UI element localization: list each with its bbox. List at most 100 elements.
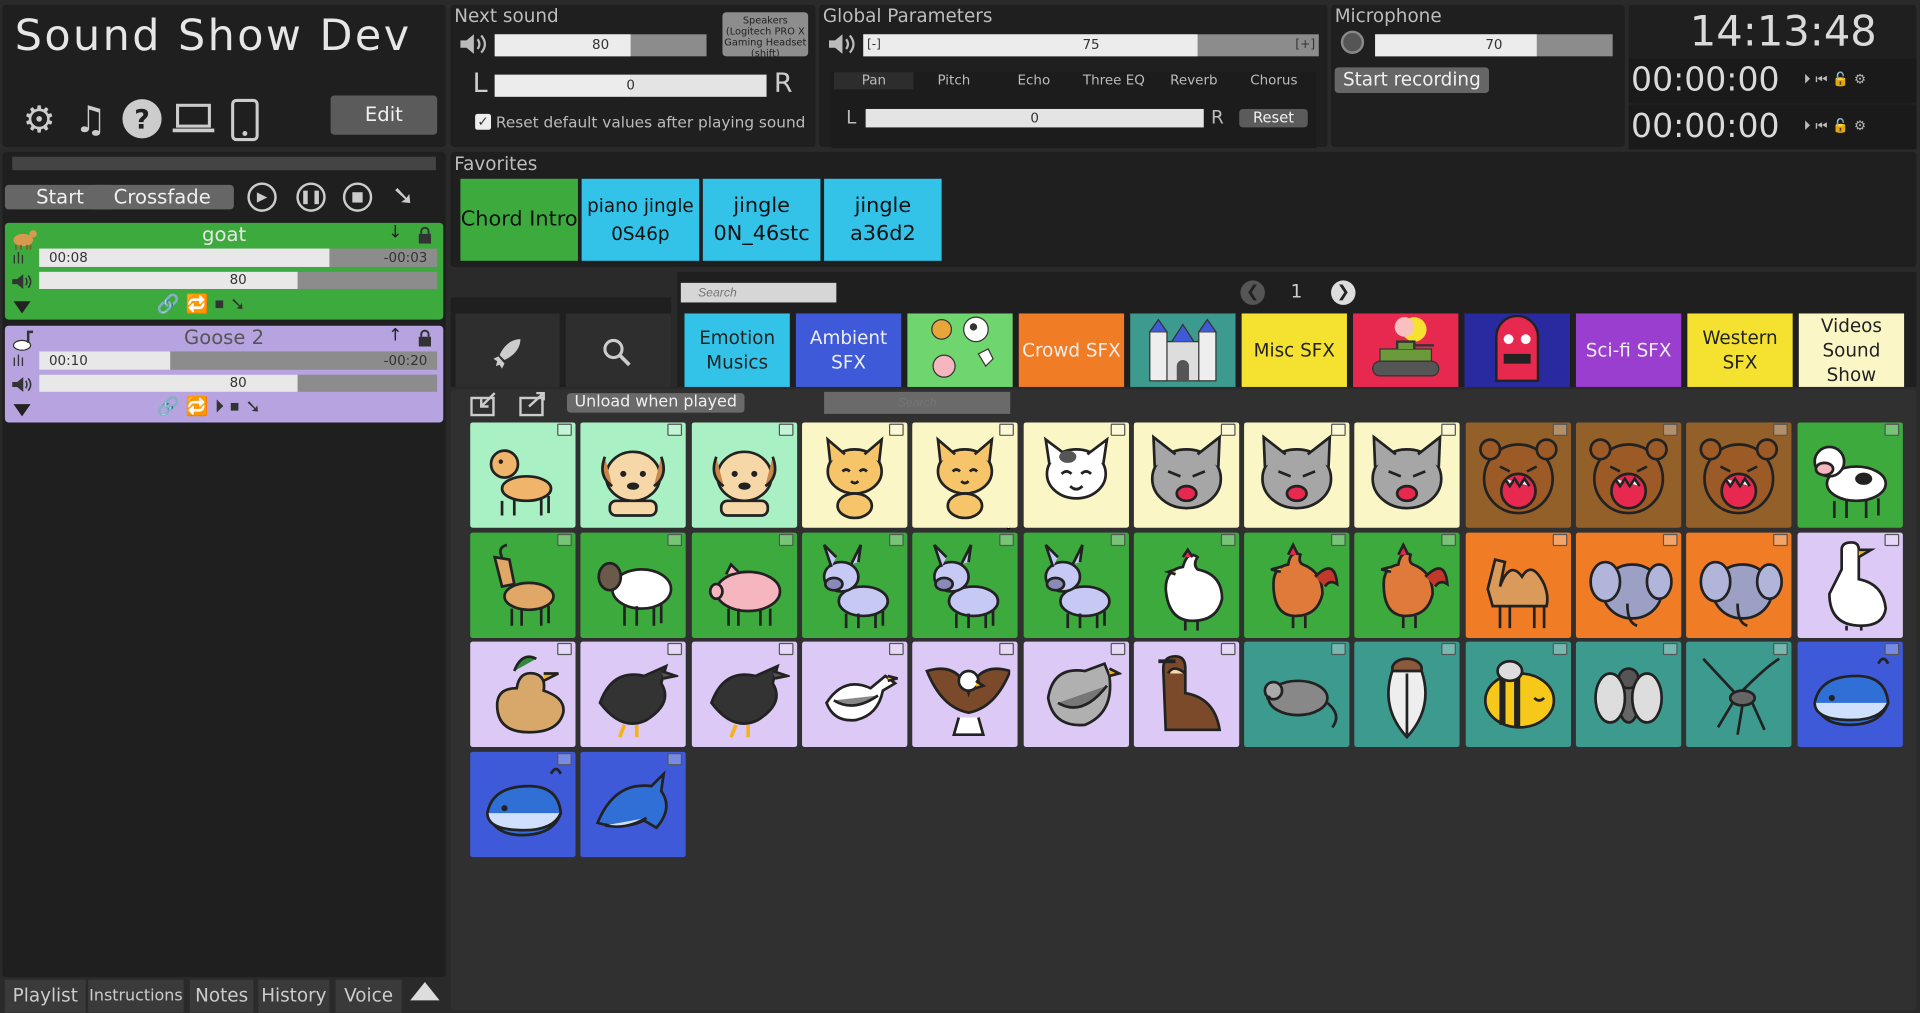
search-button[interactable] (565, 313, 672, 387)
playlist-track[interactable]: Goose 2 ↑ ılı 00:10 -00:20 80 🔗🔁⏵⏹➘ (4, 325, 444, 423)
track-volume-slider[interactable]: 80 (39, 374, 438, 392)
collapse-up-icon[interactable] (409, 980, 441, 1004)
category-farm-animals[interactable] (907, 313, 1013, 387)
sound-tile[interactable] (1023, 641, 1129, 747)
sound-tile[interactable] (580, 641, 687, 747)
sound-tile[interactable] (1244, 422, 1350, 528)
pause-icon[interactable]: ❚❚ (296, 182, 326, 212)
sound-tile[interactable] (1244, 641, 1350, 747)
share-icon[interactable] (1441, 423, 1457, 436)
share-icon[interactable] (1773, 533, 1789, 546)
sound-tile[interactable] (1575, 532, 1682, 638)
effect-tab-echo[interactable]: Echo (994, 72, 1074, 89)
share-icon[interactable] (778, 423, 793, 436)
sound-tile[interactable] (801, 532, 908, 638)
favorite-item[interactable]: Chord Intro (460, 178, 578, 261)
share-icon[interactable] (667, 533, 683, 546)
launch-button[interactable] (455, 313, 560, 387)
share-icon[interactable] (1884, 533, 1899, 546)
global-volume-slider[interactable]: 75 [-] [+] (863, 34, 1319, 57)
share-icon[interactable] (1441, 533, 1457, 546)
share-icon[interactable] (1110, 642, 1125, 656)
sound-tile[interactable] (1023, 422, 1129, 528)
speaker-icon[interactable] (458, 32, 487, 61)
sound-tile[interactable] (470, 641, 576, 747)
music-icon[interactable]: ♫ (66, 98, 115, 145)
sound-tile[interactable] (1465, 422, 1571, 528)
fade-out-icon[interactable]: ➘ (392, 181, 415, 212)
share-icon[interactable] (1773, 642, 1789, 656)
favorite-item[interactable]: piano jingle 0S46p (581, 178, 700, 261)
bottom-tab-voice[interactable]: Voice (335, 979, 402, 1013)
track-progress[interactable]: 00:08 -00:03 (39, 248, 438, 267)
sound-tile[interactable] (912, 532, 1018, 638)
volume-plus[interactable]: [+] (1295, 34, 1315, 56)
sound-tile[interactable] (1686, 422, 1792, 528)
sound-tile[interactable] (1133, 641, 1239, 747)
share-icon[interactable] (1552, 423, 1567, 436)
track-progress[interactable]: 00:10 -00:20 (39, 351, 438, 370)
favorite-item[interactable]: jingle 0N_46stc (702, 178, 821, 261)
unload-when-played-button[interactable]: Unload when played (566, 393, 745, 413)
bottom-tab-notes[interactable]: Notes (189, 979, 254, 1013)
sound-tile[interactable] (912, 641, 1018, 747)
sound-tile[interactable] (580, 422, 687, 528)
share-icon[interactable] (1220, 642, 1236, 656)
sound-tile[interactable] (1575, 641, 1682, 747)
category-ambient-sfx[interactable]: Ambient SFX (795, 313, 902, 387)
share-icon[interactable] (557, 423, 572, 436)
share-icon[interactable] (888, 533, 904, 546)
category-misc-sfx[interactable]: Misc SFX (1241, 313, 1347, 387)
sound-tile[interactable] (801, 422, 908, 528)
share-icon[interactable] (557, 752, 572, 765)
export-icon[interactable] (519, 391, 546, 417)
expand-icon[interactable] (12, 399, 32, 422)
output-device-select[interactable]: Speakers (Logitech PRO X Gaming Headset … (722, 12, 809, 57)
share-icon[interactable] (1110, 423, 1125, 436)
share-icon[interactable] (1110, 533, 1125, 546)
sound-tile[interactable] (1575, 422, 1682, 528)
sound-tile[interactable] (1244, 532, 1350, 638)
laptop-icon[interactable] (169, 100, 218, 149)
prev-page-icon[interactable]: ❮ (1240, 280, 1265, 305)
sound-tile[interactable] (912, 422, 1018, 528)
share-icon[interactable] (1220, 423, 1236, 436)
expand-icon[interactable] (12, 296, 32, 319)
share-icon[interactable] (1662, 533, 1678, 546)
category-emotion-musics[interactable]: Emotion Musics (684, 313, 790, 387)
sound-tile[interactable] (1354, 532, 1461, 638)
stop-icon[interactable]: ■ (342, 182, 373, 212)
effect-tab-three-eq[interactable]: Three EQ (1074, 72, 1154, 89)
effect-tab-pan[interactable]: Pan (833, 72, 914, 90)
sound-tile[interactable] (691, 422, 797, 528)
share-icon[interactable] (999, 533, 1015, 546)
next-pan-slider[interactable]: 0 (494, 74, 767, 97)
share-icon[interactable] (1331, 423, 1346, 436)
crossfade-button[interactable]: Crossfade (90, 184, 234, 210)
share-icon[interactable] (888, 642, 904, 656)
start-recording-button[interactable]: Start recording (1334, 67, 1489, 94)
sound-tile[interactable] (801, 641, 908, 747)
sound-tile[interactable] (1797, 532, 1903, 638)
share-icon[interactable] (1220, 533, 1236, 546)
share-icon[interactable] (778, 642, 793, 656)
sound-tile[interactable] (580, 532, 687, 638)
sound-tile[interactable] (1354, 422, 1461, 528)
effect-tab-chorus[interactable]: Chorus (1234, 72, 1314, 89)
category-monster[interactable] (1464, 313, 1570, 387)
settings-icon[interactable]: ⚙ (15, 98, 64, 145)
track-controls[interactable]: 🔗🔁⏵⏹➘ (157, 396, 267, 418)
sound-tile[interactable] (1023, 532, 1129, 638)
reset-button[interactable]: Reset (1239, 108, 1308, 128)
track-speaker-icon[interactable] (11, 272, 33, 295)
category-tank[interactable] (1353, 313, 1459, 387)
sound-tile[interactable] (1465, 532, 1571, 638)
share-icon[interactable] (778, 533, 793, 546)
sound-tile[interactable] (1133, 422, 1239, 528)
share-icon[interactable] (1884, 642, 1899, 656)
sound-tile[interactable] (1686, 532, 1792, 638)
edit-button[interactable]: Edit (330, 95, 438, 135)
share-icon[interactable] (557, 533, 572, 546)
play-icon[interactable]: ▶ (247, 182, 277, 212)
sound-tile[interactable] (691, 532, 797, 638)
